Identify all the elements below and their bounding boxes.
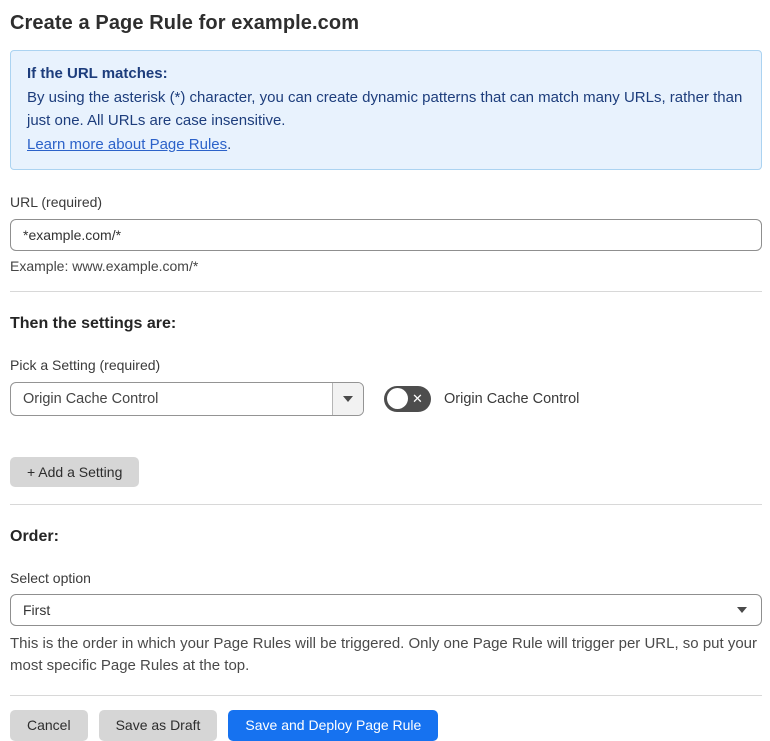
- url-label: URL (required): [10, 193, 103, 210]
- origin-cache-control-toggle-wrap: ✕ Origin Cache Control: [384, 385, 580, 412]
- order-select-value: First: [23, 601, 51, 618]
- toggle-knob: [387, 388, 408, 410]
- toggle-off-x-icon: ✕: [412, 391, 423, 407]
- order-section-heading: Order:: [10, 527, 59, 545]
- settings-section-heading: Then the settings are:: [10, 314, 177, 332]
- select-option-label: Select option: [10, 569, 91, 586]
- page-rule-form: Create a Page Rule for example.com If th…: [0, 0, 770, 741]
- divider: [10, 694, 762, 696]
- url-example-helper: Example: www.example.com/*: [10, 257, 199, 274]
- setting-dropdown-value: Origin Cache Control: [23, 390, 159, 407]
- divider: [10, 503, 762, 505]
- page-title: Create a Page Rule for example.com: [10, 12, 360, 34]
- learn-more-link[interactable]: Learn more about Page Rules: [27, 136, 227, 153]
- pick-setting-label: Pick a Setting (required): [10, 356, 161, 373]
- save-and-deploy-button[interactable]: Save and Deploy Page Rule: [228, 709, 439, 741]
- footer-actions: Cancel Save as Draft Save and Deploy Pag…: [10, 709, 762, 741]
- link-suffix: .: [227, 136, 232, 154]
- caret-down-icon: [737, 606, 747, 613]
- info-box-heading: If the URL matches:: [27, 65, 168, 82]
- origin-cache-control-toggle[interactable]: ✕: [384, 385, 431, 412]
- caret-down-icon: [343, 395, 353, 402]
- order-helper-text: This is the order in which your Page Rul…: [10, 634, 758, 675]
- setting-row: Origin Cache Control ✕ Origin Cache Cont…: [10, 381, 762, 416]
- divider: [10, 290, 762, 292]
- setting-dropdown-arrow-button[interactable]: [332, 382, 363, 415]
- info-box-body: By using the asterisk (*) character, you…: [27, 88, 743, 130]
- info-box-link-line: Learn more about Page Rules.: [27, 133, 745, 157]
- url-input[interactable]: [10, 218, 762, 251]
- toggle-label: Origin Cache Control: [444, 390, 580, 407]
- url-match-info-box: If the URL matches: By using the asteris…: [10, 50, 762, 170]
- setting-dropdown[interactable]: Origin Cache Control: [10, 381, 364, 416]
- cancel-button[interactable]: Cancel: [10, 709, 88, 741]
- save-as-draft-button[interactable]: Save as Draft: [98, 709, 218, 741]
- add-setting-button[interactable]: + Add a Setting: [10, 456, 140, 487]
- order-select[interactable]: First: [10, 593, 762, 626]
